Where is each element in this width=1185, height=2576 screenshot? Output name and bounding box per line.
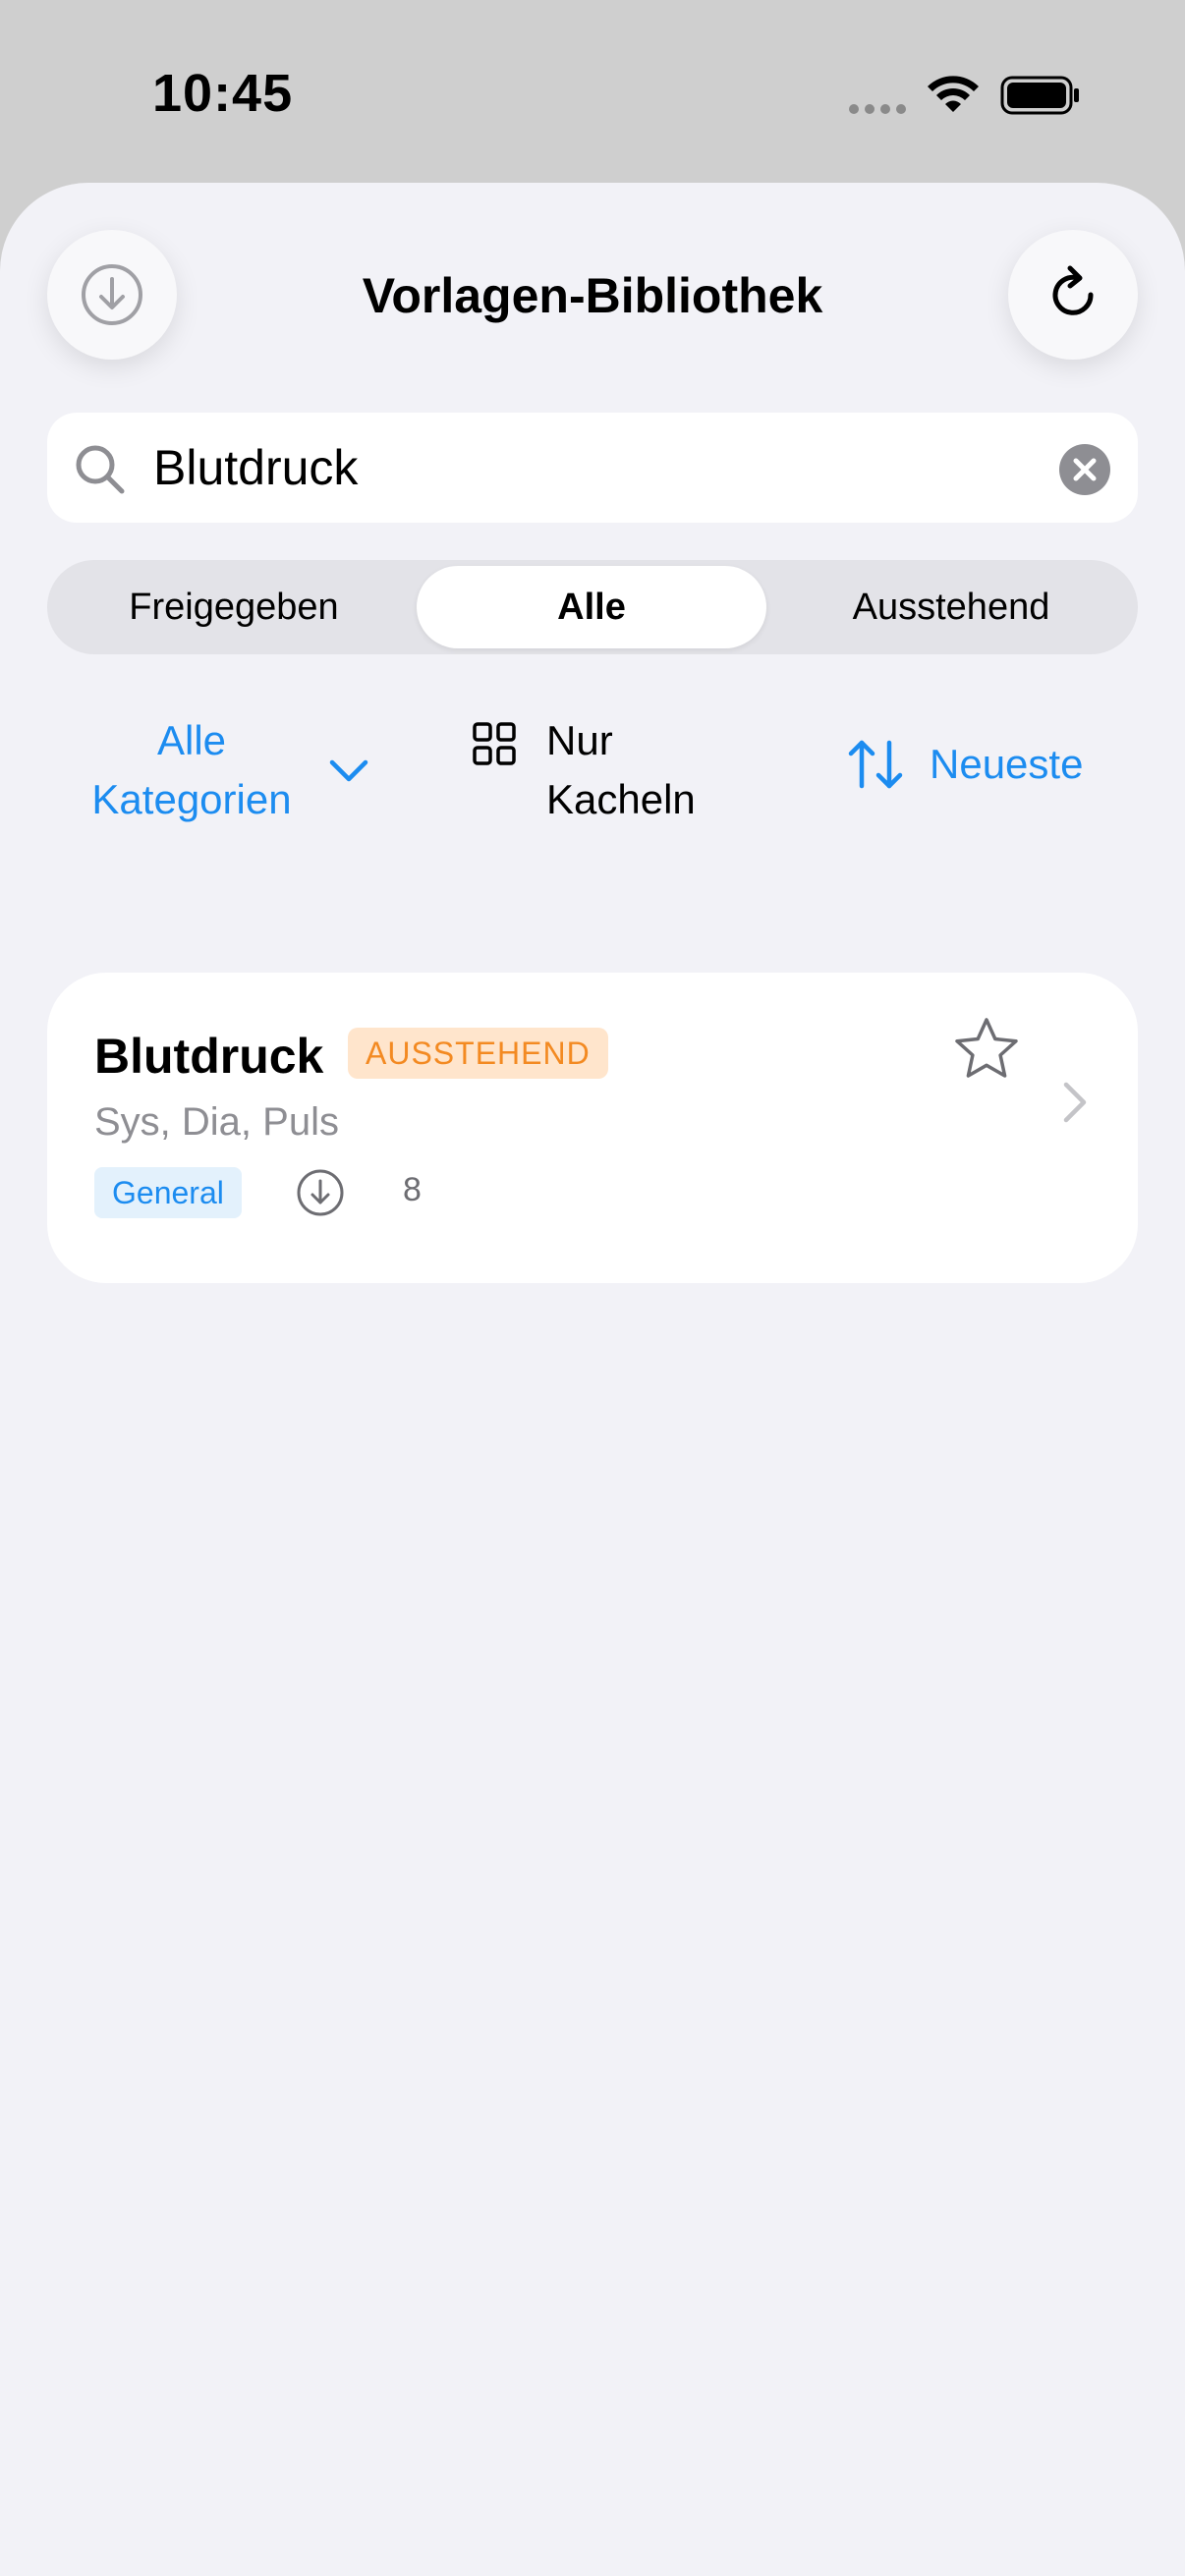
tiles-only-line1: Nur bbox=[546, 717, 613, 763]
tiles-only-label: Nur Kacheln bbox=[546, 711, 696, 829]
segment-alle[interactable]: Alle bbox=[417, 566, 766, 648]
search-input[interactable] bbox=[153, 436, 1038, 499]
template-card[interactable]: Blutdruck AUSSTEHEND Sys, Dia, Puls Gene… bbox=[47, 973, 1138, 1283]
category-tag: General bbox=[94, 1167, 242, 1218]
sort-button[interactable]: Neueste bbox=[847, 733, 1083, 796]
download-count: 8 bbox=[403, 1171, 422, 1208]
tiles-only-line2: Kacheln bbox=[546, 776, 696, 822]
wifi-icon bbox=[928, 76, 979, 112]
category-filter-line2: Kategorien bbox=[91, 776, 292, 822]
status-bar: 10:45 bbox=[0, 0, 1185, 187]
status-badge: AUSSTEHEND bbox=[348, 1028, 608, 1079]
library-sheet: Vorlagen-Bibliothek Freigegeben Alle Aus… bbox=[0, 183, 1185, 2576]
category-filter-line1: Alle bbox=[156, 717, 227, 763]
status-time: 10:45 bbox=[152, 64, 294, 123]
template-fields: Sys, Dia, Puls bbox=[94, 1100, 339, 1144]
refresh-button[interactable] bbox=[1008, 230, 1138, 360]
clear-search-icon[interactable] bbox=[1059, 444, 1110, 495]
template-title: Blutdruck bbox=[94, 1029, 324, 1084]
search-bar bbox=[47, 413, 1138, 523]
battery-icon bbox=[1000, 76, 1079, 115]
segment-freigegeben[interactable]: Freigegeben bbox=[59, 566, 409, 648]
search-icon bbox=[76, 445, 125, 494]
category-filter-label: Alle Kategorien bbox=[69, 711, 314, 829]
sort-arrows-icon bbox=[848, 740, 903, 789]
status-filter-segmented: Freigegeben Alle Ausstehend bbox=[47, 560, 1138, 654]
chevron-down-icon bbox=[329, 759, 368, 782]
refresh-icon bbox=[1052, 265, 1094, 315]
sort-label: Neueste bbox=[930, 741, 1084, 787]
star-icon[interactable] bbox=[951, 1014, 1022, 1085]
segment-ausstehend[interactable]: Ausstehend bbox=[776, 566, 1126, 648]
grid-icon bbox=[473, 722, 516, 765]
cellular-signal-icon bbox=[849, 104, 906, 114]
tiles-only-toggle[interactable]: Nur Kacheln bbox=[472, 711, 696, 829]
chevron-right-icon bbox=[1063, 1082, 1087, 1123]
category-filter-button[interactable]: Alle Kategorien bbox=[69, 711, 383, 829]
download-count-icon bbox=[297, 1169, 344, 1216]
